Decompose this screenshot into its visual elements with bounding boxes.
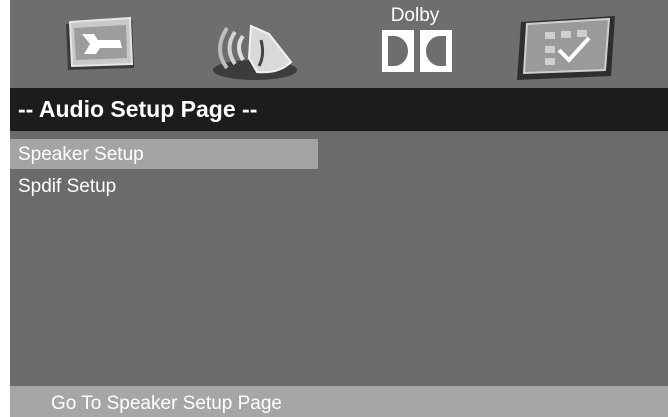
dolby-icon <box>382 30 452 72</box>
page-title-bar: -- Audio Setup Page -- <box>10 88 668 131</box>
setup-menu: Speaker Setup Spdif Setup <box>10 131 668 386</box>
menu-item-label: Spdif Setup <box>18 176 117 197</box>
setup-screen: Dolby -- Audio Setup Page -- Speaker Set… <box>10 0 668 417</box>
tab-audio-setup[interactable] <box>205 0 305 88</box>
menu-item-label: Speaker Setup <box>18 144 144 165</box>
status-bar: Go To Speaker Setup Page <box>10 386 668 417</box>
page-title: -- Audio Setup Page -- <box>18 96 258 122</box>
tab-dolby-setup[interactable]: Dolby <box>365 0 465 88</box>
menu-item-speaker-setup[interactable]: Speaker Setup <box>10 139 318 169</box>
icon-bar: Dolby <box>10 0 668 88</box>
tab-preference[interactable] <box>515 0 620 88</box>
menu-item-spdif-setup[interactable]: Spdif Setup <box>10 171 318 201</box>
general-setup-icon <box>66 16 134 70</box>
preference-icon <box>517 16 615 80</box>
audio-setup-icon <box>213 24 297 80</box>
tab-general-setup[interactable] <box>60 0 150 88</box>
status-text: Go To Speaker Setup Page <box>51 393 282 414</box>
